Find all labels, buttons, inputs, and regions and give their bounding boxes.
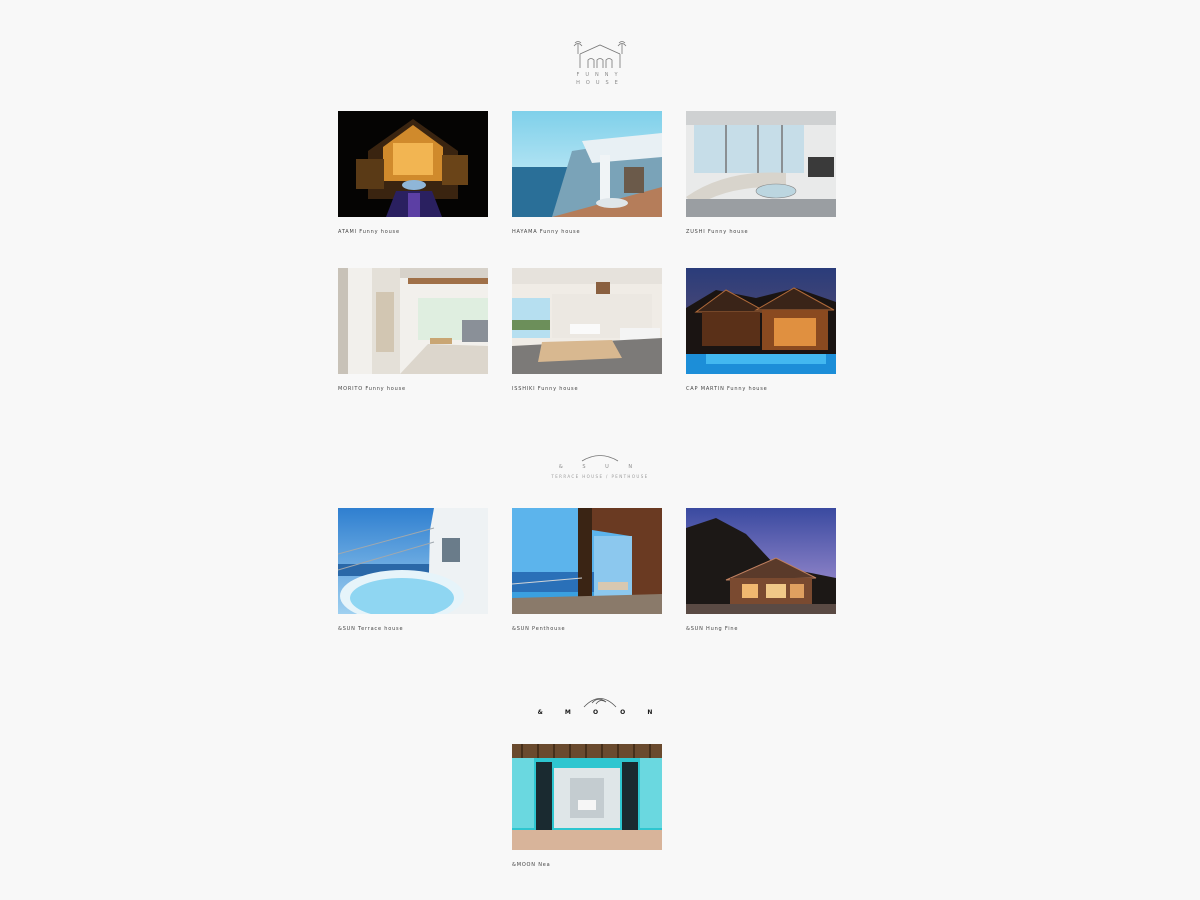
and-sun-logo[interactable]: & S U N TERRACE HOUSE / PENTHOUSE [0,452,1200,479]
project-thumbnail[interactable] [686,268,836,374]
project-card-cap-martin[interactable]: CAP MARTIN Funny house [686,268,836,392]
project-caption[interactable]: ISSHIKI Funny house [512,387,662,392]
project-caption[interactable]: &SUN Hung Fine [686,627,836,632]
project-card-atami[interactable]: ATAMI Funny house [338,111,488,235]
project-card-hayama[interactable]: HAYAMA Funny house [512,111,662,235]
project-caption[interactable]: ZUSHI Funny house [686,230,836,235]
project-card-and-sun-penthouse[interactable]: &SUN Penthouse [512,508,662,632]
sun-arc-icon [581,455,619,462]
project-thumbnail[interactable] [338,508,488,614]
funny-house-logo[interactable]: FUNNY HOUSE [0,40,1200,86]
project-thumbnail[interactable] [338,268,488,374]
and-moon-logo[interactable]: & M O O N [0,692,1200,716]
project-thumbnail[interactable] [512,744,662,850]
project-caption[interactable]: &SUN Penthouse [512,627,662,632]
project-card-and-moon-nea[interactable]: &MOON Nea [512,744,662,868]
funny-house-logo-word-1: FUNNY [576,72,624,78]
and-sun-logo-sub: TERRACE HOUSE / PENTHOUSE [551,474,649,479]
project-card-isshiki[interactable]: ISSHIKI Funny house [512,268,662,392]
project-thumbnail[interactable] [338,111,488,217]
project-card-zushi[interactable]: ZUSHI Funny house [686,111,836,235]
and-moon-logo-word: & M O O N [537,709,663,716]
project-thumbnail[interactable] [686,508,836,614]
moon-wave-icon [583,698,617,708]
funny-house-logo-word-2: HOUSE [576,80,624,86]
project-caption[interactable]: &MOON Nea [512,863,662,868]
house-palm-icon [573,41,627,68]
project-caption[interactable]: HAYAMA Funny house [512,230,662,235]
and-sun-logo-word: & S U N [558,464,642,470]
project-caption[interactable]: ATAMI Funny house [338,230,488,235]
project-thumbnail[interactable] [512,111,662,217]
project-thumbnail[interactable] [512,268,662,374]
project-thumbnail[interactable] [686,111,836,217]
page: FUNNY HOUSE ATAMI Funny house HAYAMA Fun… [0,0,1200,900]
project-card-and-sun-hung-fine[interactable]: &SUN Hung Fine [686,508,836,632]
project-card-morito[interactable]: MORITO Funny house [338,268,488,392]
project-card-and-sun-terrace[interactable]: &SUN Terrace house [338,508,488,632]
project-thumbnail[interactable] [512,508,662,614]
project-caption[interactable]: MORITO Funny house [338,387,488,392]
project-caption[interactable]: &SUN Terrace house [338,627,488,632]
project-caption[interactable]: CAP MARTIN Funny house [686,387,836,392]
